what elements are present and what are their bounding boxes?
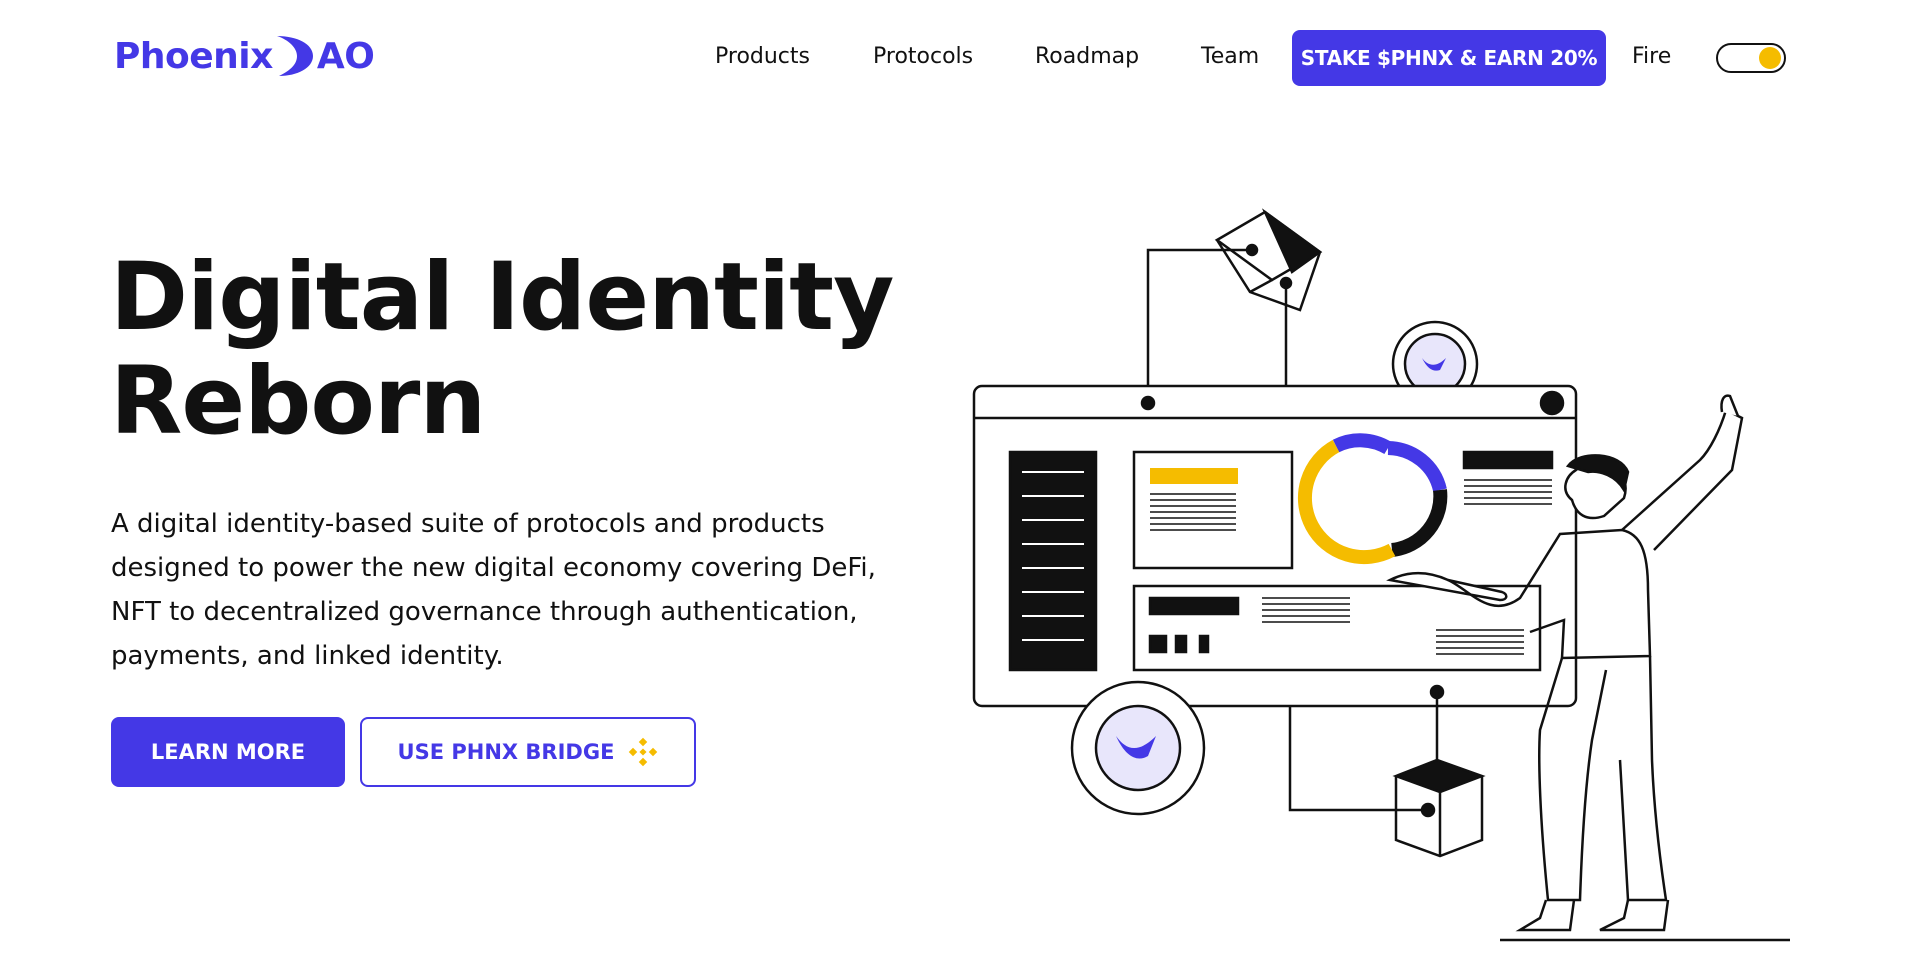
- stake-button[interactable]: STAKE $PHNX & EARN 20%: [1292, 30, 1606, 86]
- bottom-cube-icon: [1392, 758, 1486, 858]
- nav-item-protocols[interactable]: Protocols: [873, 44, 973, 69]
- theme-label: Fire: [1632, 44, 1672, 69]
- use-bridge-label: USE PHNX BRIDGE: [397, 740, 615, 764]
- hero-title-line1: Digital Identity: [110, 243, 894, 352]
- learn-more-button[interactable]: LEARN MORE: [111, 717, 345, 787]
- hero-illustration: [972, 208, 1790, 942]
- theme-toggle[interactable]: [1716, 43, 1786, 73]
- toggle-knob: [1759, 47, 1781, 69]
- bird-badge-large-icon: [1070, 680, 1206, 816]
- hero-title-line2: Reborn: [110, 347, 486, 456]
- hero-title: Digital Identity Reborn: [110, 243, 894, 456]
- top-cube-icon: [1214, 208, 1323, 312]
- binance-icon: [629, 737, 658, 767]
- use-bridge-button[interactable]: USE PHNX BRIDGE: [360, 717, 696, 787]
- hero-description: A digital identity-based suite of protoc…: [111, 509, 876, 671]
- nav-item-products[interactable]: Products: [715, 44, 810, 69]
- nav-item-team[interactable]: Team: [1201, 44, 1259, 69]
- nav-item-roadmap[interactable]: Roadmap: [1035, 44, 1139, 69]
